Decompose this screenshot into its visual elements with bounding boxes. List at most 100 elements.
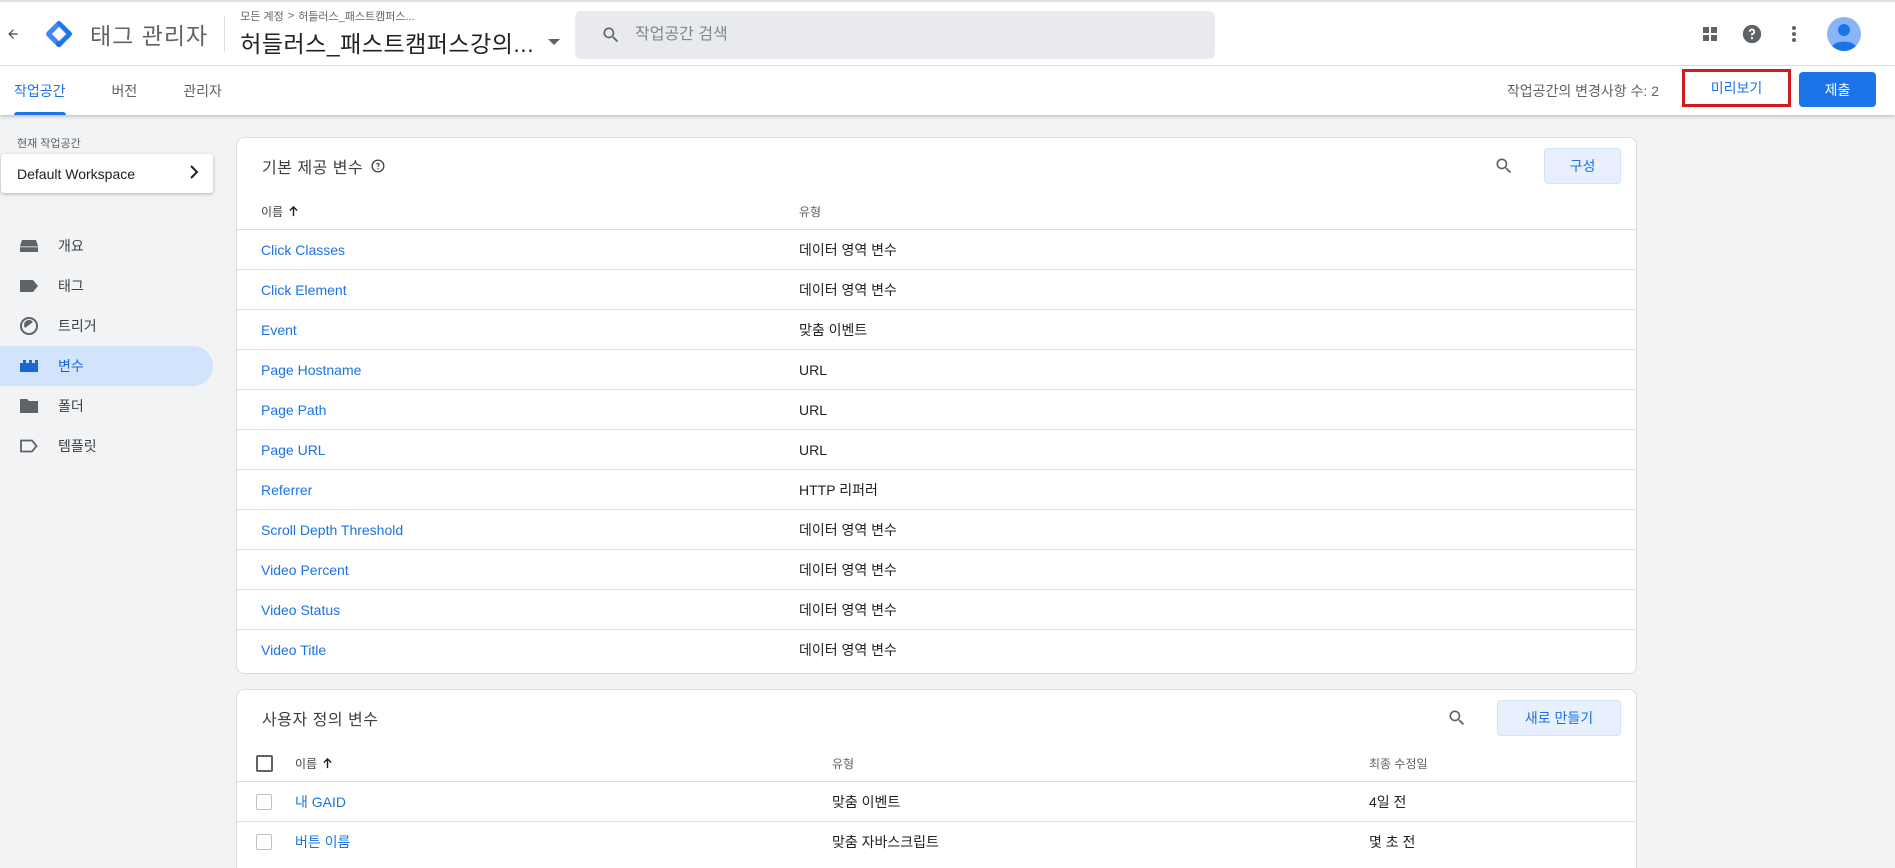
preview-button[interactable]: 미리보기 [1682, 69, 1791, 107]
table-row: 내 GAID 맞춤 이벤트 4일 전 [237, 782, 1636, 822]
variable-type: 데이터 영역 변수 [799, 241, 897, 258]
variable-name-link[interactable]: Video Percent [261, 562, 349, 578]
breadcrumb-account[interactable]: 허들러스_패스트캠퍼스... [298, 8, 415, 24]
workspace-changes-count: 작업공간의 변경사항 수: 2 [1506, 82, 1659, 99]
variable-name-link[interactable]: Event [261, 322, 297, 338]
sidebar-item-label: 폴더 [58, 398, 84, 414]
card-header: 기본 제공 변수 구성 [237, 138, 1636, 194]
variable-name-link[interactable]: 내 GAID [295, 792, 346, 812]
sidebar-item-overview[interactable]: 개요 [0, 226, 213, 266]
sidebar-item-variables[interactable]: 변수 [0, 346, 213, 386]
card-header: 사용자 정의 변수 새로 만들기 [237, 690, 1636, 746]
variable-type: 맞춤 이벤트 [832, 793, 901, 810]
search-icon [601, 25, 621, 45]
variable-name-link[interactable]: Page Hostname [261, 362, 361, 378]
select-all-checkbox[interactable] [256, 755, 273, 772]
variable-type: 데이터 영역 변수 [799, 281, 897, 298]
app-name[interactable]: 태그 관리자 [90, 17, 208, 51]
sidebar-item-folders[interactable]: 폴더 [0, 386, 213, 426]
tab-admin[interactable]: 관리자 [169, 66, 236, 115]
variable-icon [18, 356, 40, 376]
table-row: Click Classes 데이터 영역 변수 [237, 230, 1636, 270]
variable-type: 맞춤 자바스크립트 [832, 834, 939, 850]
submit-button[interactable]: 제출 [1799, 72, 1876, 107]
chevron-right-icon [189, 165, 199, 182]
search-icon[interactable] [1486, 148, 1522, 184]
table-row: 버튼 이름 맞춤 자바스크립트 몇 초 전 [237, 822, 1636, 862]
tab-versions[interactable]: 버전 [98, 66, 152, 115]
avatar[interactable] [1823, 13, 1865, 55]
table-header: 이름 유형 최종 수정일 [237, 746, 1636, 782]
variable-name-link[interactable]: Page Path [261, 402, 326, 418]
table-row: Scroll Depth Threshold 데이터 영역 변수 [237, 510, 1636, 550]
more-vert-icon[interactable] [1773, 13, 1815, 55]
table-row: Video Status 데이터 영역 변수 [237, 590, 1636, 630]
variable-name-link[interactable]: Click Classes [261, 242, 345, 258]
variable-type: 맞춤 이벤트 [799, 321, 868, 338]
workspace-search[interactable] [575, 11, 1215, 59]
sidebar-item-label: 트리거 [58, 318, 97, 334]
search-icon[interactable] [1439, 700, 1475, 736]
sidebar: 현재 작업공간 Default Workspace 개요 태그 트리거 변수 폴… [0, 115, 225, 868]
breadcrumb-root[interactable]: 모든 계정 [240, 8, 284, 24]
breadcrumb: 모든 계정 > 허들러스_패스트캠퍼스... [240, 8, 560, 24]
help-icon[interactable] [1731, 13, 1773, 55]
variable-name-link[interactable]: Video Status [261, 602, 340, 618]
variable-name-link[interactable]: Page URL [261, 442, 326, 458]
variable-name-link[interactable]: 버튼 이름 [295, 832, 350, 852]
sidebar-item-label: 변수 [58, 358, 84, 374]
user-defined-variables-card: 사용자 정의 변수 새로 만들기 이름 유형 최종 수정일 내 GAID 맞춤 … [236, 689, 1637, 868]
row-checkbox[interactable] [256, 793, 272, 810]
variable-name-link[interactable]: Referrer [261, 482, 312, 498]
column-header-type[interactable]: 유형 [799, 203, 821, 220]
table-row: Page URL URL [237, 430, 1636, 470]
sidebar-item-templates[interactable]: 템플릿 [0, 426, 213, 466]
variable-name-link[interactable]: Scroll Depth Threshold [261, 522, 403, 538]
workspace-selector[interactable]: Default Workspace [1, 154, 213, 193]
column-header-modified[interactable]: 최종 수정일 [1369, 755, 1428, 772]
sidebar-item-label: 개요 [58, 238, 84, 254]
variable-type: URL [799, 441, 828, 458]
variable-type: 데이터 영역 변수 [799, 521, 897, 538]
help-circle-icon[interactable] [371, 159, 385, 173]
tag-icon [18, 276, 40, 296]
column-header-name[interactable]: 이름 [261, 203, 299, 220]
table-row: Video Title 데이터 영역 변수 [237, 630, 1636, 670]
table-row: Page Path URL [237, 390, 1636, 430]
arrow-up-icon [323, 758, 332, 769]
table-row: Referrer HTTP 리퍼러 [237, 470, 1636, 510]
row-checkbox[interactable] [256, 834, 272, 850]
back-arrow-icon[interactable] [2, 27, 24, 41]
table-header: 이름 유형 [237, 194, 1636, 230]
variable-type: 데이터 영역 변수 [799, 642, 897, 658]
variable-type: HTTP 리퍼러 [799, 481, 878, 498]
table-row: Page Hostname URL [237, 350, 1636, 390]
gtm-logo[interactable] [42, 17, 76, 51]
builtin-variables-card: 기본 제공 변수 구성 이름 유형 Click Classes 데이터 영역 변수… [236, 137, 1637, 674]
tab-workspace[interactable]: 작업공간 [0, 66, 80, 115]
variable-name-link[interactable]: Click Element [261, 282, 347, 298]
dropdown-caret-icon[interactable] [548, 39, 561, 45]
new-variable-button[interactable]: 새로 만들기 [1497, 700, 1621, 736]
top-app-bar: 태그 관리자 모든 계정 > 허들러스_패스트캠퍼스... 허들러스_패스트캠퍼… [0, 0, 1895, 66]
workspace-name: Default Workspace [17, 165, 136, 182]
variable-modified: 몇 초 전 [1369, 834, 1416, 850]
variable-name-link[interactable]: Video Title [261, 642, 326, 658]
variable-type: URL [799, 401, 828, 418]
breadcrumb-separator: > [287, 10, 295, 22]
variable-type: 데이터 영역 변수 [799, 561, 897, 578]
apps-grid-icon[interactable] [1689, 13, 1731, 55]
container-name[interactable]: 허들러스_패스트캠퍼스강의... [240, 25, 534, 59]
configure-button[interactable]: 구성 [1544, 148, 1621, 184]
column-header-type[interactable]: 유형 [832, 755, 854, 772]
tab-bar: 작업공간 버전 관리자 작업공간의 변경사항 수: 2 미리보기 제출 [0, 66, 1895, 115]
search-input[interactable] [635, 26, 1155, 44]
container-selector[interactable]: 모든 계정 > 허들러스_패스트캠퍼스... 허들러스_패스트캠퍼스강의... [240, 8, 561, 59]
table-row: Event 맞춤 이벤트 [237, 310, 1636, 350]
column-header-name[interactable]: 이름 [295, 755, 333, 772]
sidebar-item-tags[interactable]: 태그 [0, 266, 213, 306]
builtin-variables-list: Click Classes 데이터 영역 변수 Click Element 데이터 … [237, 230, 1636, 670]
column-header-label: 이름 [295, 757, 318, 771]
sidebar-item-triggers[interactable]: 트리거 [0, 306, 213, 346]
sidebar-item-label: 태그 [58, 278, 84, 294]
